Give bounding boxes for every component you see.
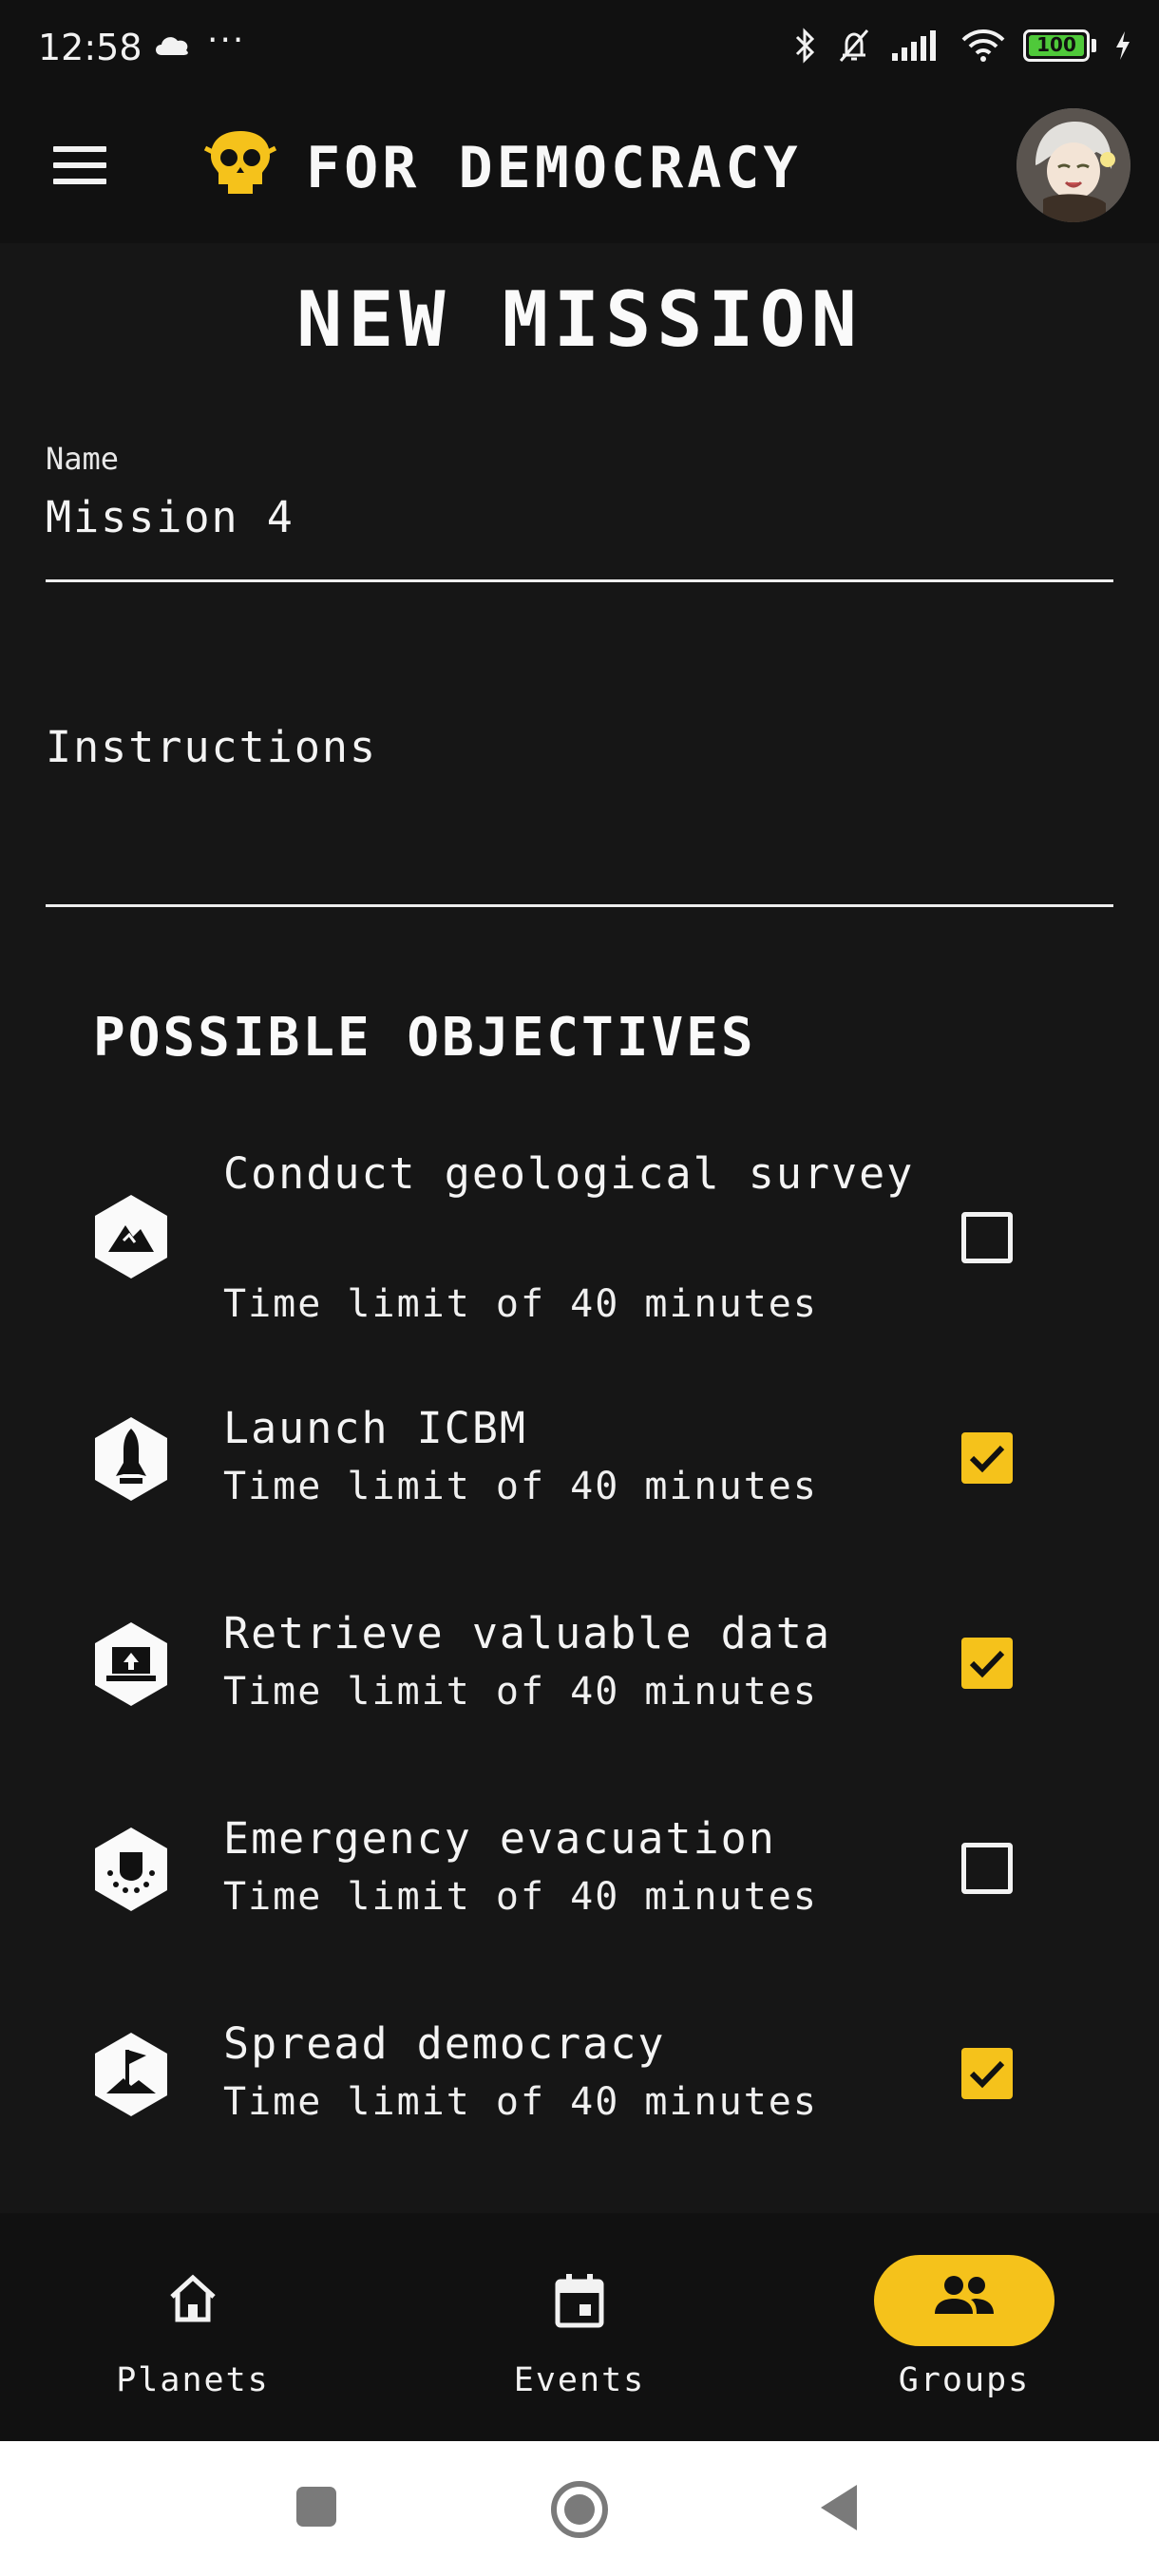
system-navigation-bar [0, 2441, 1159, 2576]
objective-title: Retrieve valuable data [223, 1608, 832, 1658]
page-title: NEW MISSION [296, 275, 863, 364]
wifi-icon [961, 29, 1005, 62]
objective-checkbox[interactable] [961, 1212, 1013, 1263]
nav-item-planets[interactable]: Planets [0, 2213, 386, 2441]
status-bar: 12:58 ··· 100 [0, 0, 1159, 99]
check-icon [969, 2060, 1005, 2089]
objective-subtitle: Time limit of 40 minutes [223, 1875, 818, 1919]
objective-title: Spread democracy [223, 2018, 666, 2069]
home-button[interactable] [549, 2479, 610, 2540]
laptop-upload-icon [95, 1622, 167, 1706]
menu-button[interactable] [53, 146, 106, 188]
recents-button[interactable] [294, 2485, 338, 2529]
name-field[interactable]: Mission 4 [46, 492, 294, 542]
objective-subtitle: Time limit of 40 minutes [223, 1282, 818, 1326]
nav-label: Events [513, 2361, 646, 2399]
cloud-icon [156, 37, 188, 55]
flag-icon [95, 2033, 167, 2116]
objectives-heading: POSSIBLE OBJECTIVES [93, 1007, 756, 1069]
nav-label: Groups [898, 2361, 1031, 2399]
check-icon [969, 1445, 1005, 1473]
app-title: FOR DEMOCRACY [306, 135, 802, 201]
evacuation-icon [95, 1828, 167, 1911]
name-field-underline [46, 579, 1113, 582]
objective-checkbox[interactable] [961, 1843, 1013, 1894]
muted-bell-icon [839, 29, 869, 62]
calendar-icon [555, 2274, 604, 2328]
objective-checkbox[interactable] [961, 2048, 1013, 2099]
bluetooth-icon [795, 28, 815, 64]
battery-level: 100 [1036, 33, 1076, 56]
nav-item-groups[interactable]: Groups [771, 2213, 1157, 2441]
avatar-image [1016, 108, 1130, 222]
nav-label: Planets [116, 2361, 270, 2399]
instructions-field-underline [46, 904, 1113, 907]
objective-subtitle: Time limit of 40 minutes [223, 1465, 818, 1508]
back-button[interactable] [817, 2481, 861, 2534]
signal-icon [892, 30, 936, 61]
objective-checkbox[interactable] [961, 1432, 1013, 1484]
more-notifications: ··· [207, 21, 246, 60]
objective-subtitle: Time limit of 40 minutes [223, 1670, 818, 1714]
user-avatar[interactable] [1016, 108, 1130, 222]
objective-checkbox[interactable] [961, 1638, 1013, 1689]
rocket-icon [95, 1417, 167, 1501]
instructions-field[interactable]: Instructions [46, 722, 377, 772]
status-icons: 100 [793, 27, 1132, 65]
mountain-icon [95, 1195, 167, 1279]
status-time: 12:58 [38, 27, 142, 68]
bottom-navigation: Planets Events Groups [0, 2213, 1159, 2441]
objective-title: Launch ICBM [223, 1403, 528, 1453]
skull-logo-icon [203, 131, 277, 194]
group-icon [935, 2276, 994, 2314]
app-bar: FOR DEMOCRACY [0, 99, 1159, 243]
check-icon [969, 1650, 1005, 1678]
nav-item-events[interactable]: Events [387, 2213, 772, 2441]
objective-title: Conduct geological survey [223, 1148, 915, 1199]
objective-title: Emergency evacuation [223, 1813, 776, 1864]
name-field-label: Name [46, 441, 120, 477]
home-icon [170, 2274, 216, 2322]
objective-subtitle: Time limit of 40 minutes [223, 2080, 818, 2124]
battery-icon: 100 [1023, 29, 1090, 62]
charging-icon [1116, 31, 1130, 60]
